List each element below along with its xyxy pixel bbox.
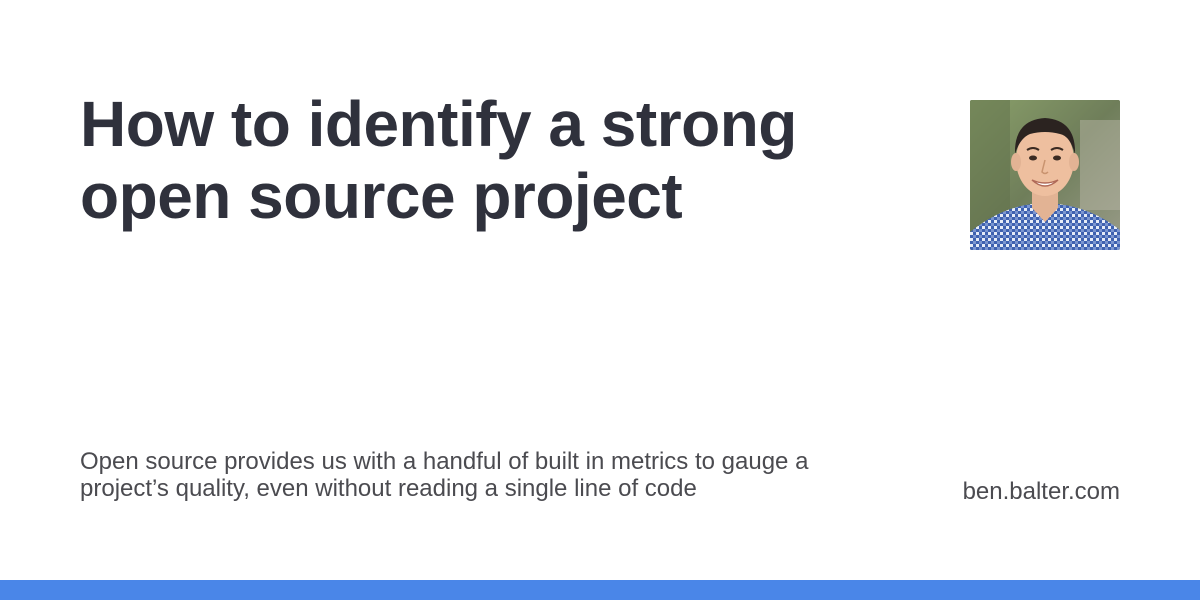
social-card: How to identify a strong open source pro… [0, 0, 1200, 600]
author-photo-icon [970, 100, 1120, 250]
page-title: How to identify a strong open source pro… [80, 88, 797, 232]
site-url: ben.balter.com [962, 478, 1120, 505]
page-description: Open source provides us with a handful o… [80, 448, 809, 502]
author-avatar [970, 100, 1120, 250]
accent-bar [0, 580, 1200, 600]
